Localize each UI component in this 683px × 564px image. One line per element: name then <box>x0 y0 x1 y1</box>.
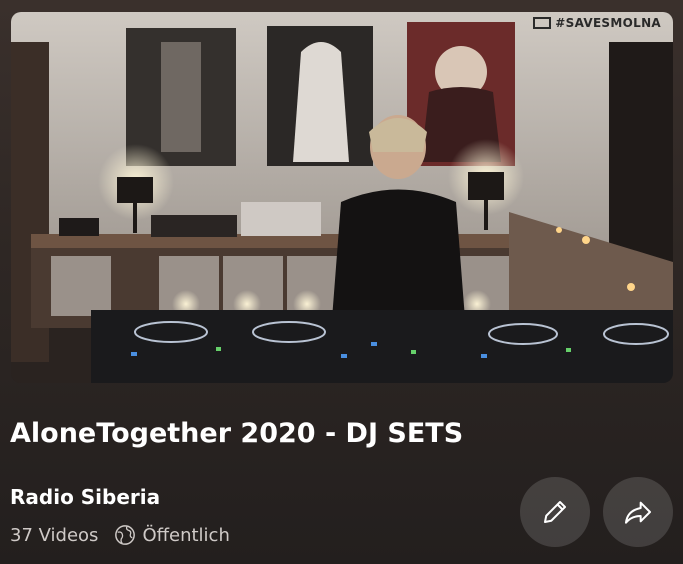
globe-icon <box>115 525 136 545</box>
pencil-icon <box>544 501 566 523</box>
playlist-title: AloneTogether 2020 - DJ SETS <box>10 418 464 449</box>
channel-name[interactable]: Radio Siberia <box>10 485 160 509</box>
share-arrow-icon <box>625 501 651 524</box>
visibility-status: Öffentlich <box>142 524 230 546</box>
playlist-meta: 37 Videos Öffentlich <box>10 524 230 546</box>
share-playlist-button[interactable] <box>603 477 673 547</box>
playlist-thumbnail[interactable]: #SAVESMOLNA <box>11 12 673 383</box>
video-count: 37 Videos <box>10 524 99 546</box>
watermark: #SAVESMOLNA <box>533 16 661 30</box>
watermark-logo-icon <box>533 17 552 29</box>
dj-set-photo <box>11 12 673 383</box>
edit-playlist-button[interactable] <box>520 477 590 547</box>
watermark-text: #SAVESMOLNA <box>555 16 661 30</box>
